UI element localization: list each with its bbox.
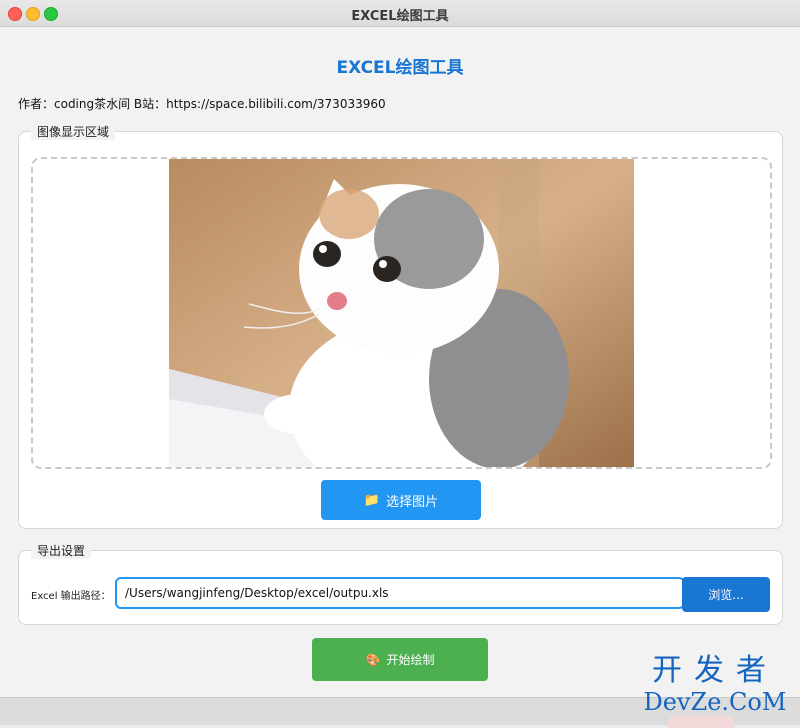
export-settings-group: 导出设置 Excel 输出路径： /Users/wangjinfeng/Desk… — [18, 542, 783, 625]
cat-photo — [169, 159, 634, 467]
excel-path-input[interactable]: /Users/wangjinfeng/Desktop/excel/outpu.x… — [115, 577, 685, 609]
window-titlebar: EXCEL绘图工具 — [0, 0, 800, 27]
export-settings-legend: 导出设置 — [31, 542, 92, 559]
excel-path-label: Excel 输出路径： — [31, 591, 111, 602]
dock-item — [668, 716, 734, 728]
app-title: EXCEL绘图工具 — [336, 58, 464, 78]
palette-icon: 🎨 — [365, 652, 381, 667]
watermark-line2: DevZe.CoM — [643, 688, 787, 716]
cat-illustration — [169, 159, 634, 467]
image-display-legend: 图像显示区域 — [31, 123, 116, 140]
main-content: EXCEL绘图工具 作者：coding茶水间 B站：https://space.… — [0, 27, 800, 697]
folder-icon: 📁 — [363, 492, 381, 508]
window-title: EXCEL绘图工具 — [351, 9, 449, 24]
browse-button[interactable]: 浏览... — [682, 577, 770, 612]
start-drawing-button[interactable]: 🎨 开始绘制 — [312, 638, 488, 681]
select-image-button[interactable]: 📁 选择图片 — [321, 480, 481, 520]
start-drawing-label: 开始绘制 — [386, 653, 435, 667]
image-display-group: 图像显示区域 📁 选择图片 — [18, 123, 783, 529]
author-info: 作者：coding茶水间 B站：https://space.bilibili.c… — [18, 97, 386, 111]
image-dropzone[interactable] — [31, 157, 772, 469]
select-image-label: 选择图片 — [386, 494, 439, 510]
watermark-line1: 开发者 — [652, 653, 778, 688]
site-watermark: 开发者 DevZe.CoM — [640, 653, 790, 717]
